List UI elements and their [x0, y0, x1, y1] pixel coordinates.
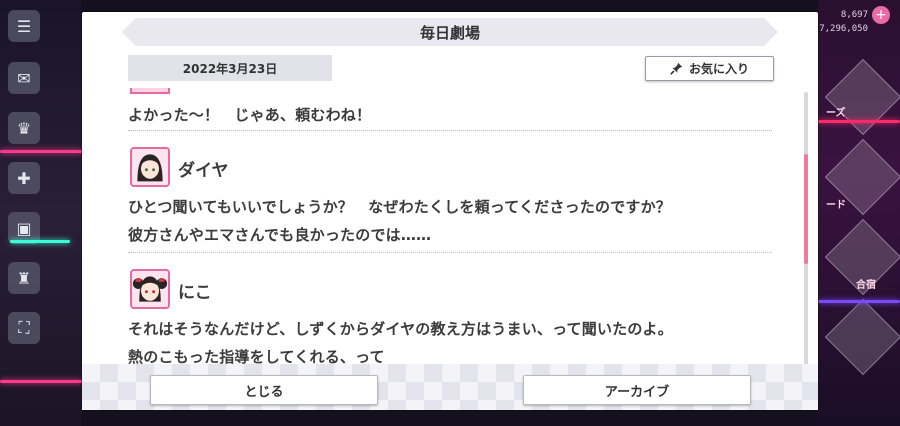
speaker-name: にこ [178, 283, 212, 303]
neon-line [0, 150, 82, 153]
chat-icon: ✉ [8, 62, 40, 94]
tile-label: 合宿 [856, 280, 876, 291]
gift-icon: ✚ [8, 162, 40, 194]
daily-theater-dialog: 毎日劇場 2022年3月23日 お気に入り よかった～！ じゃあ、頼むわね！ ダ… [82, 12, 818, 410]
menu-tile [824, 298, 900, 376]
trophy-icon: ♜ [8, 262, 40, 294]
date-label: 2022年3月23日 [128, 55, 332, 81]
menu-icon: ☰ [8, 10, 40, 42]
menu-tile [824, 58, 900, 136]
favorite-button-label: お気に入り [688, 62, 749, 76]
currency-count: 8,697 [840, 10, 868, 20]
scrollbar[interactable] [804, 92, 808, 370]
neon-line [818, 300, 900, 303]
avatar-nico [130, 269, 170, 309]
mission-icon: ♛ [8, 112, 40, 144]
avatar [130, 88, 170, 94]
dialogue-line: ひとつ聞いてもいいでしょうか？ なぜわたくしを頼ってくださったのですか？ [128, 198, 672, 216]
neon-line [818, 120, 900, 123]
separator [128, 252, 772, 253]
plus-icon: + [872, 6, 890, 24]
favorite-button[interactable]: お気に入り [645, 56, 774, 81]
background-left-panel: ☰ ✉ ♛ ✚ ▣ ♜ ⛶ [0, 0, 82, 426]
tile-label: ード [826, 200, 846, 211]
dialogue-log[interactable]: よかった～！ じゃあ、頼むわね！ ダイヤ ひとつ聞いてもいいでしょうか？ なぜわ… [128, 88, 772, 370]
close-button[interactable]: とじる [150, 375, 378, 405]
neon-line [0, 380, 82, 383]
tile-label: ーズ [826, 108, 846, 119]
scrollbar-thumb[interactable] [804, 154, 808, 264]
score-count: 7,296,050 [819, 24, 868, 34]
background-right-panel: 8,697 7,296,050 + ーズ ード 合宿 [818, 0, 900, 426]
archive-button[interactable]: アーカイブ [523, 375, 751, 405]
dialogue-line: それはそうなんだけど、しずくからダイヤの教え方はうまい、って聞いたのよ。 [128, 320, 673, 338]
pin-icon [670, 62, 683, 75]
neon-line [10, 240, 70, 243]
separator [128, 130, 772, 131]
dialog-title: 毎日劇場 [122, 18, 778, 46]
speaker-name: ダイヤ [178, 161, 229, 181]
avatar-dia [130, 147, 170, 187]
dialogue-line: よかった～！ じゃあ、頼むわね！ [128, 106, 372, 124]
fullscreen-icon: ⛶ [8, 312, 40, 344]
dialogue-line: 彼方さんやエマさんでも良かったのでは…… [128, 226, 432, 244]
